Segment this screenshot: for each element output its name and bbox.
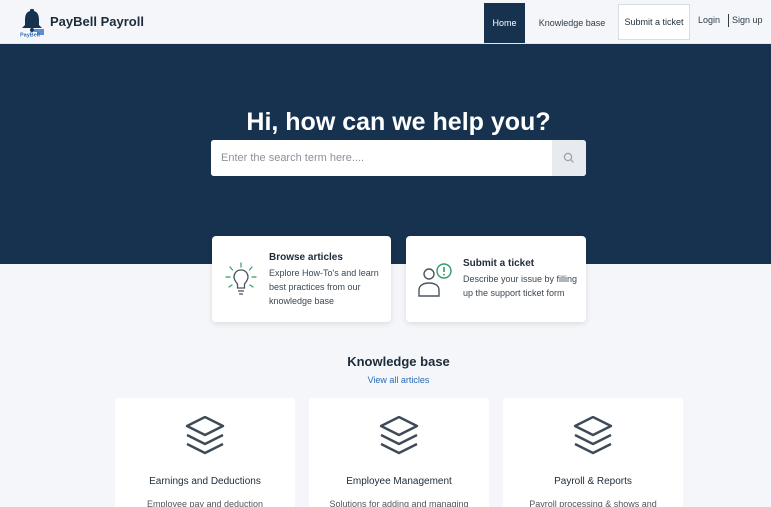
search-bar	[211, 140, 586, 176]
paybell-logo[interactable]: PayBell	[18, 8, 46, 39]
layers-icon	[379, 416, 419, 455]
kb-category-card[interactable]: Employee Management Solutions for adding…	[309, 398, 489, 507]
kb-category-description: Solutions for adding and managing	[329, 499, 469, 507]
kb-category-title[interactable]: Earnings and Deductions	[115, 476, 295, 487]
nav-knowledge-base[interactable]: Knowledge base	[533, 3, 611, 43]
search-input[interactable]	[211, 140, 552, 176]
knowledge-base-heading: Knowledge base	[347, 354, 450, 369]
top-navigation: PayBell PayBell Payroll Home Knowledge b…	[0, 0, 771, 44]
kb-category-title[interactable]: Payroll & Reports	[503, 476, 683, 487]
kb-category-title[interactable]: Employee Management	[309, 476, 489, 487]
kb-category-card[interactable]: Earnings and Deductions Employee pay and…	[115, 398, 295, 507]
search-button[interactable]	[552, 140, 586, 176]
kb-category-description: Payroll processing & shows and	[529, 499, 657, 507]
nav-submit-ticket-button[interactable]: Submit a ticket	[618, 4, 690, 40]
submit-ticket-card[interactable]: Submit a ticket Describe your issue by f…	[406, 236, 586, 322]
brand-name[interactable]: PayBell Payroll	[50, 14, 144, 29]
browse-articles-card[interactable]: Browse articles Explore How-To's and lea…	[212, 236, 391, 322]
nav-divider	[728, 14, 729, 27]
view-all-articles-link[interactable]: View all articles	[0, 375, 771, 385]
hero-title: Hi, how can we help you?	[246, 108, 551, 136]
submit-ticket-title[interactable]: Submit a ticket	[463, 258, 534, 269]
layers-icon	[185, 416, 225, 455]
nav-home[interactable]: Home	[484, 3, 525, 43]
nav-login-link[interactable]: Login	[698, 15, 720, 25]
kb-category-description: Employee pay and deduction	[146, 499, 264, 507]
submit-ticket-description: Describe your issue by filling up the su…	[463, 274, 578, 298]
nav-signup-link[interactable]: Sign up	[732, 15, 763, 25]
lightbulb-icon	[225, 262, 257, 295]
search-icon	[563, 152, 574, 163]
browse-articles-description: Explore How-To's and learn best practice…	[269, 268, 379, 306]
layers-icon	[573, 416, 613, 455]
user-support-icon	[418, 263, 452, 297]
kb-category-card[interactable]: Payroll & Reports Payroll processing & s…	[503, 398, 683, 507]
svg-text:PayBell: PayBell	[20, 33, 40, 39]
browse-articles-title[interactable]: Browse articles	[269, 252, 343, 263]
